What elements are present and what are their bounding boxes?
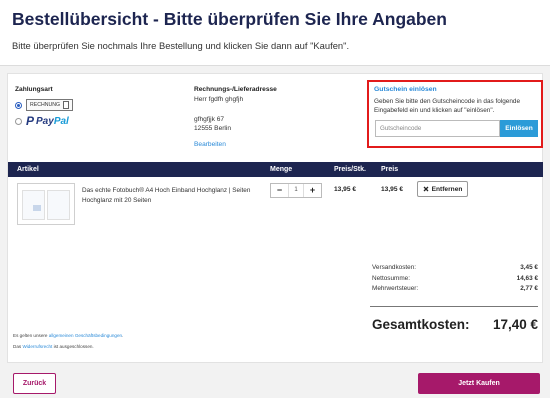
unit-price: 13,95 € [334, 186, 356, 193]
remove-item-button[interactable]: Entfernen [417, 181, 468, 197]
terms-link[interactable]: allgemeinen Geschäftsbedingungen [49, 333, 122, 338]
vat-row: Mehrwertsteuer: 2,77 € [372, 285, 538, 292]
net-sum-label: Nettosumme: [372, 275, 411, 282]
paypal-logo: P PayPal [26, 114, 69, 128]
address-label: Rechnungs-/Lieferadresse [194, 86, 277, 93]
payment-option-paypal[interactable]: P PayPal [15, 114, 69, 128]
column-quantity: Menge [270, 166, 293, 173]
redeem-voucher-button[interactable]: Einlösen [500, 120, 538, 137]
voucher-text: Geben Sie bitte den Gutscheincode in das… [374, 98, 521, 114]
column-unit-price: Preis/Stk. [334, 166, 366, 173]
shipping-cost-row: Versandkosten: 3,45 € [372, 264, 538, 271]
total-value: 17,40 € [492, 317, 538, 332]
page-title: Bestellübersicht - Bitte überprüfen Sie … [12, 9, 447, 29]
invoice-icon [62, 101, 69, 109]
summary-divider [370, 306, 538, 307]
voucher-box: Gutschein einlösen Geben Sie bitte den G… [367, 80, 543, 148]
buy-now-button[interactable]: Jetzt Kaufen [418, 373, 540, 394]
payment-label: Zahlungsart [15, 86, 53, 93]
withdrawal-link[interactable]: Widerrufsrecht [22, 344, 52, 349]
edit-address-link[interactable]: Bearbeiten [194, 140, 226, 149]
voucher-title: Gutschein einlösen [374, 86, 437, 93]
cart-table-header: Artikel Menge Preis/Stk. Preis [8, 162, 543, 177]
vat-value: 2,77 € [520, 285, 538, 292]
vat-label: Mehrwertsteuer: [372, 285, 419, 292]
shipping-cost-value: 3,45 € [520, 264, 538, 271]
address-street: gfhgfjjk 67 [194, 116, 225, 123]
column-price: Preis [381, 166, 399, 173]
thumbnail-page-left [22, 190, 45, 220]
voucher-code-input[interactable] [375, 120, 500, 137]
quantity-stepper: − 1 + [270, 183, 322, 198]
decrease-quantity-button[interactable]: − [271, 184, 288, 197]
address-city: 12555 Berlin [194, 125, 232, 132]
invoice-logo: RECHNUNG [26, 99, 73, 111]
terms-prefix: Es gelten unsere [13, 333, 48, 338]
page-subtitle: Bitte überprüfen Sie nochmals Ihre Beste… [12, 40, 350, 51]
total-row: Gesamtkosten: 17,40 € [372, 317, 538, 332]
thumbnail-page-right [47, 190, 70, 220]
page-header: Bestellübersicht - Bitte überprüfen Sie … [0, 0, 550, 66]
withdrawal-suffix: ist ausgeschlossen. [53, 344, 94, 349]
total-label: Gesamtkosten: [372, 317, 470, 332]
paypal-icon: P [26, 114, 35, 128]
terms-suffix: . [122, 333, 124, 338]
quantity-value[interactable]: 1 [288, 184, 304, 197]
address-name: Herr fgdfh ghgfjh [194, 96, 244, 103]
terms-notice: Es gelten unsere allgemeinen Geschäftsbe… [13, 333, 123, 338]
column-article: Artikel [17, 166, 39, 173]
product-thumbnail [17, 183, 75, 225]
paypal-logo-pay: Pay [36, 115, 54, 127]
row-price: 13,95 € [381, 186, 403, 193]
paypal-logo-pal: Pal [53, 115, 69, 127]
invoice-radio[interactable] [15, 101, 22, 109]
increase-quantity-button[interactable]: + [304, 184, 321, 197]
paypal-radio[interactable] [15, 117, 22, 125]
payment-option-invoice[interactable]: RECHNUNG [15, 99, 73, 111]
remove-item-label: Entfernen [431, 185, 463, 193]
net-sum-value: 14,63 € [516, 275, 538, 282]
back-button[interactable]: Zurück [13, 373, 56, 394]
invoice-logo-label: RECHNUNG [30, 102, 60, 108]
shipping-cost-label: Versandkosten: [372, 264, 417, 271]
close-icon [423, 186, 429, 192]
net-sum-row: Nettosumme: 14,63 € [372, 275, 538, 282]
withdrawal-prefix: Das [13, 344, 22, 349]
product-name: Das echte Fotobuch® A4 Hoch Einband Hoch… [82, 187, 251, 204]
withdrawal-notice: Das Widerrufsrecht ist ausgeschlossen. [13, 344, 94, 349]
